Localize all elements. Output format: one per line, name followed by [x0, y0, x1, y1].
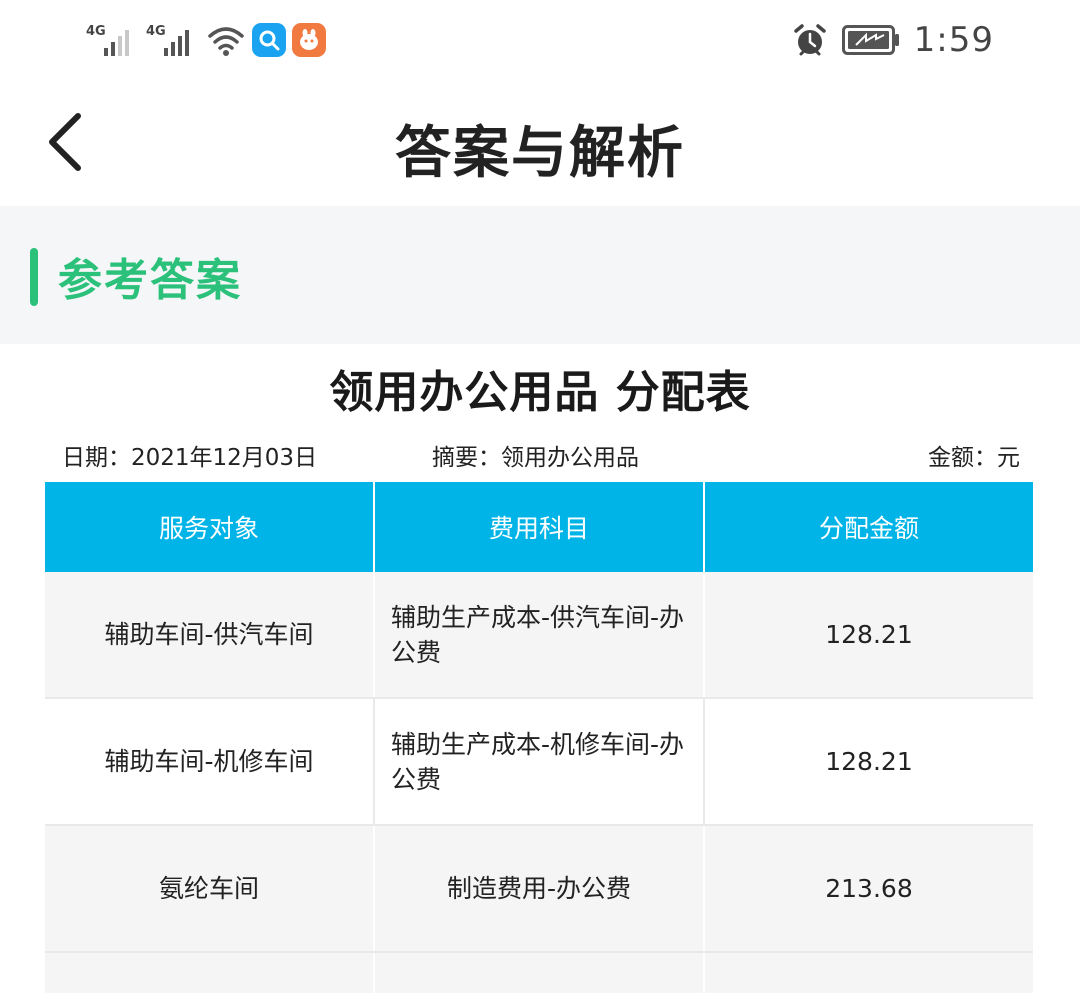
page-title: 答案与解析	[395, 121, 685, 186]
cellular-signal-2: 4G	[146, 22, 200, 58]
cell-account: 制造费用-办公费	[374, 825, 705, 953]
mascot-app-icon	[292, 23, 326, 57]
section-accent-bar	[30, 248, 38, 306]
cellular-signal-1: 4G	[86, 22, 140, 58]
status-bar: 4G 4G 1:59	[0, 0, 1080, 82]
clock-time: 1:59	[913, 20, 994, 60]
battery-charging-icon	[841, 25, 899, 55]
table-row: 辅助车间-机修车间 辅助生产成本-机修车间-办公费 128.21	[45, 698, 1033, 826]
column-header-account: 费用科目	[374, 482, 705, 572]
status-bar-left: 4G 4G	[86, 20, 326, 60]
table-title: 领用办公用品 分配表	[329, 367, 751, 418]
status-bar-right: 1:59	[792, 18, 994, 62]
alarm-icon	[793, 24, 826, 56]
cell-target: 辅助车间-机修车间	[45, 698, 375, 826]
signal-bars-icon	[104, 30, 129, 56]
page-header: 答案与解析	[0, 82, 1080, 206]
column-header-target: 服务对象	[45, 482, 375, 572]
cell-account: 辅助生产成本-机修车间-办公费	[374, 698, 705, 826]
column-header-amount: 分配金额	[704, 482, 1033, 572]
allocation-table: 服务对象 费用科目 分配金额 辅助车间-供汽车间 辅助生产成本-供汽车间-办公费…	[45, 482, 1033, 993]
section-header: 参考答案	[0, 206, 1080, 344]
search-app-icon	[252, 23, 286, 57]
cell-amount: 128.21	[704, 572, 1033, 699]
network-type-label: 4G	[86, 24, 106, 39]
wifi-icon	[208, 27, 244, 56]
cell-amount: 213.68	[704, 825, 1033, 953]
cell-target: 氨纶车间	[45, 825, 375, 953]
cell-amount: 128.21	[704, 698, 1033, 826]
signal-bars-icon	[164, 30, 189, 56]
table-meta: 日期：2021年12月03日 摘要：领用办公用品 金额：元	[62, 438, 1020, 472]
table-row-partial	[45, 952, 1033, 993]
section-title: 参考答案	[58, 255, 242, 306]
table-date: 日期：2021年12月03日	[62, 445, 318, 471]
table-row: 氨纶车间 制造费用-办公费 213.68	[45, 825, 1033, 953]
table-summary: 摘要：领用办公用品	[432, 445, 639, 471]
network-type-label: 4G	[146, 24, 166, 39]
table-row: 辅助车间-供汽车间 辅助生产成本-供汽车间-办公费 128.21	[45, 572, 1033, 699]
table-header-row: 服务对象 费用科目 分配金额	[45, 482, 1033, 572]
table-unit: 金额：元	[928, 445, 1020, 471]
cell-account: 辅助生产成本-供汽车间-办公费	[374, 572, 705, 699]
cell-target: 辅助车间-供汽车间	[45, 572, 375, 699]
